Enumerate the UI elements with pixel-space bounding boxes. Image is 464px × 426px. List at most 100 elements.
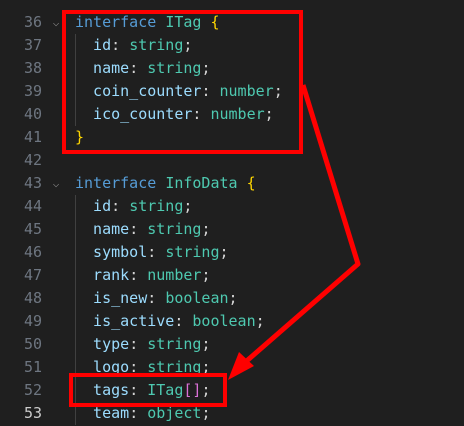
- code-token: ;: [201, 220, 211, 238]
- code-token: :: [147, 243, 166, 261]
- code-text: rank: number;: [75, 264, 210, 287]
- code-token: name: [75, 59, 130, 77]
- code-line[interactable]: 39 coin_counter: number;: [0, 80, 464, 103]
- code-token: id: [75, 197, 112, 215]
- line-number: 36: [23, 13, 42, 31]
- code-line[interactable]: 52 tags: ITag[];: [0, 379, 464, 402]
- code-token: ITag: [147, 381, 184, 399]
- code-token: []: [183, 381, 202, 399]
- code-line[interactable]: 43 ⌵ interface InfoData {: [0, 172, 464, 195]
- code-line[interactable]: 37 id: string;: [0, 34, 464, 57]
- code-token: }: [75, 128, 85, 146]
- line-number: 40: [23, 105, 42, 123]
- line-number: 45: [23, 220, 42, 238]
- code-token: team: [75, 404, 130, 422]
- code-token: ico_counter: [75, 105, 193, 123]
- code-token: is_new: [75, 289, 148, 307]
- code-token: ITag: [165, 13, 202, 31]
- line-number: 44: [23, 197, 42, 215]
- code-token: {: [246, 174, 256, 192]
- code-text: is_active: boolean;: [75, 310, 265, 333]
- code-token: string: [147, 358, 202, 376]
- code-token: string: [129, 36, 184, 54]
- code-line[interactable]: 49 is_active: boolean;: [0, 310, 464, 333]
- code-token: :: [129, 220, 148, 238]
- line-number: 46: [23, 243, 42, 261]
- code-token: interface: [75, 13, 157, 31]
- code-token: tags: [75, 381, 130, 399]
- code-token: rank: [75, 266, 130, 284]
- code-token: ;: [201, 335, 211, 353]
- code-token: ;: [273, 82, 283, 100]
- code-token: :: [147, 289, 166, 307]
- line-number: 38: [23, 59, 42, 77]
- code-token: ;: [183, 197, 193, 215]
- fold-chevron-icon[interactable]: ⌵: [50, 11, 62, 34]
- code-line[interactable]: 53 team: object;: [0, 402, 464, 425]
- code-token: :: [129, 404, 148, 422]
- code-token: {: [210, 13, 220, 31]
- code-text: name: string;: [75, 57, 210, 80]
- code-token: ;: [228, 289, 238, 307]
- line-number: 53: [23, 404, 42, 422]
- code-token: ;: [201, 358, 211, 376]
- code-text: ico_counter: number;: [75, 103, 274, 126]
- code-token: ;: [201, 266, 211, 284]
- code-line[interactable]: 38 name: string;: [0, 57, 464, 80]
- code-token: ;: [264, 105, 274, 123]
- code-token: is_active: [75, 312, 175, 330]
- code-token: ;: [183, 36, 193, 54]
- code-line[interactable]: 47 rank: number;: [0, 264, 464, 287]
- code-token: symbol: [75, 243, 148, 261]
- code-token: number: [147, 266, 202, 284]
- line-number: 48: [23, 289, 42, 307]
- code-line[interactable]: 36 ⌵ interface ITag {: [0, 11, 464, 34]
- code-editor[interactable]: 36 ⌵ interface ITag {37 id: string; 38 name…: [0, 0, 464, 426]
- code-token: boolean: [165, 289, 229, 307]
- code-token: string: [165, 243, 220, 261]
- code-token: :: [129, 266, 148, 284]
- line-number: 41: [23, 128, 42, 146]
- code-token: :: [129, 59, 148, 77]
- line-number: 37: [23, 36, 42, 54]
- code-line[interactable]: 51 logo: string;: [0, 356, 464, 379]
- code-token: id: [75, 36, 112, 54]
- code-text: interface ITag {: [75, 11, 220, 34]
- code-text: }: [75, 126, 84, 149]
- code-token: InfoData: [165, 174, 238, 192]
- code-token: string: [147, 220, 202, 238]
- code-text: team: object;: [75, 402, 210, 425]
- line-number: 50: [23, 335, 42, 353]
- code-text: interface InfoData {: [75, 172, 256, 195]
- code-text: id: string;: [75, 195, 192, 218]
- code-text: is_new: boolean;: [75, 287, 238, 310]
- code-token: :: [192, 105, 211, 123]
- code-token: string: [129, 197, 184, 215]
- code-line[interactable]: 48 is_new: boolean;: [0, 287, 464, 310]
- code-token: logo: [75, 358, 130, 376]
- code-text: logo: string;: [75, 356, 210, 379]
- line-number: 49: [23, 312, 42, 330]
- code-token: ;: [219, 243, 229, 261]
- code-text: id: string;: [75, 34, 192, 57]
- code-token: ;: [201, 404, 211, 422]
- code-token: :: [111, 197, 130, 215]
- code-text: coin_counter: number;: [75, 80, 283, 103]
- code-token: ;: [201, 59, 211, 77]
- code-token: name: [75, 220, 130, 238]
- code-token: boolean: [192, 312, 256, 330]
- code-token: ;: [201, 381, 211, 399]
- code-line[interactable]: 41}: [0, 126, 464, 149]
- code-token: :: [111, 36, 130, 54]
- code-line[interactable]: 45 name: string;: [0, 218, 464, 241]
- code-line[interactable]: 44 id: string;: [0, 195, 464, 218]
- code-line[interactable]: 40 ico_counter: number;: [0, 103, 464, 126]
- code-token: :: [129, 335, 148, 353]
- code-line[interactable]: 50 type: string;: [0, 333, 464, 356]
- fold-chevron-icon[interactable]: ⌵: [50, 172, 62, 195]
- code-token: :: [174, 312, 193, 330]
- code-line[interactable]: 46 symbol: string;: [0, 241, 464, 264]
- code-line[interactable]: 42: [0, 149, 464, 172]
